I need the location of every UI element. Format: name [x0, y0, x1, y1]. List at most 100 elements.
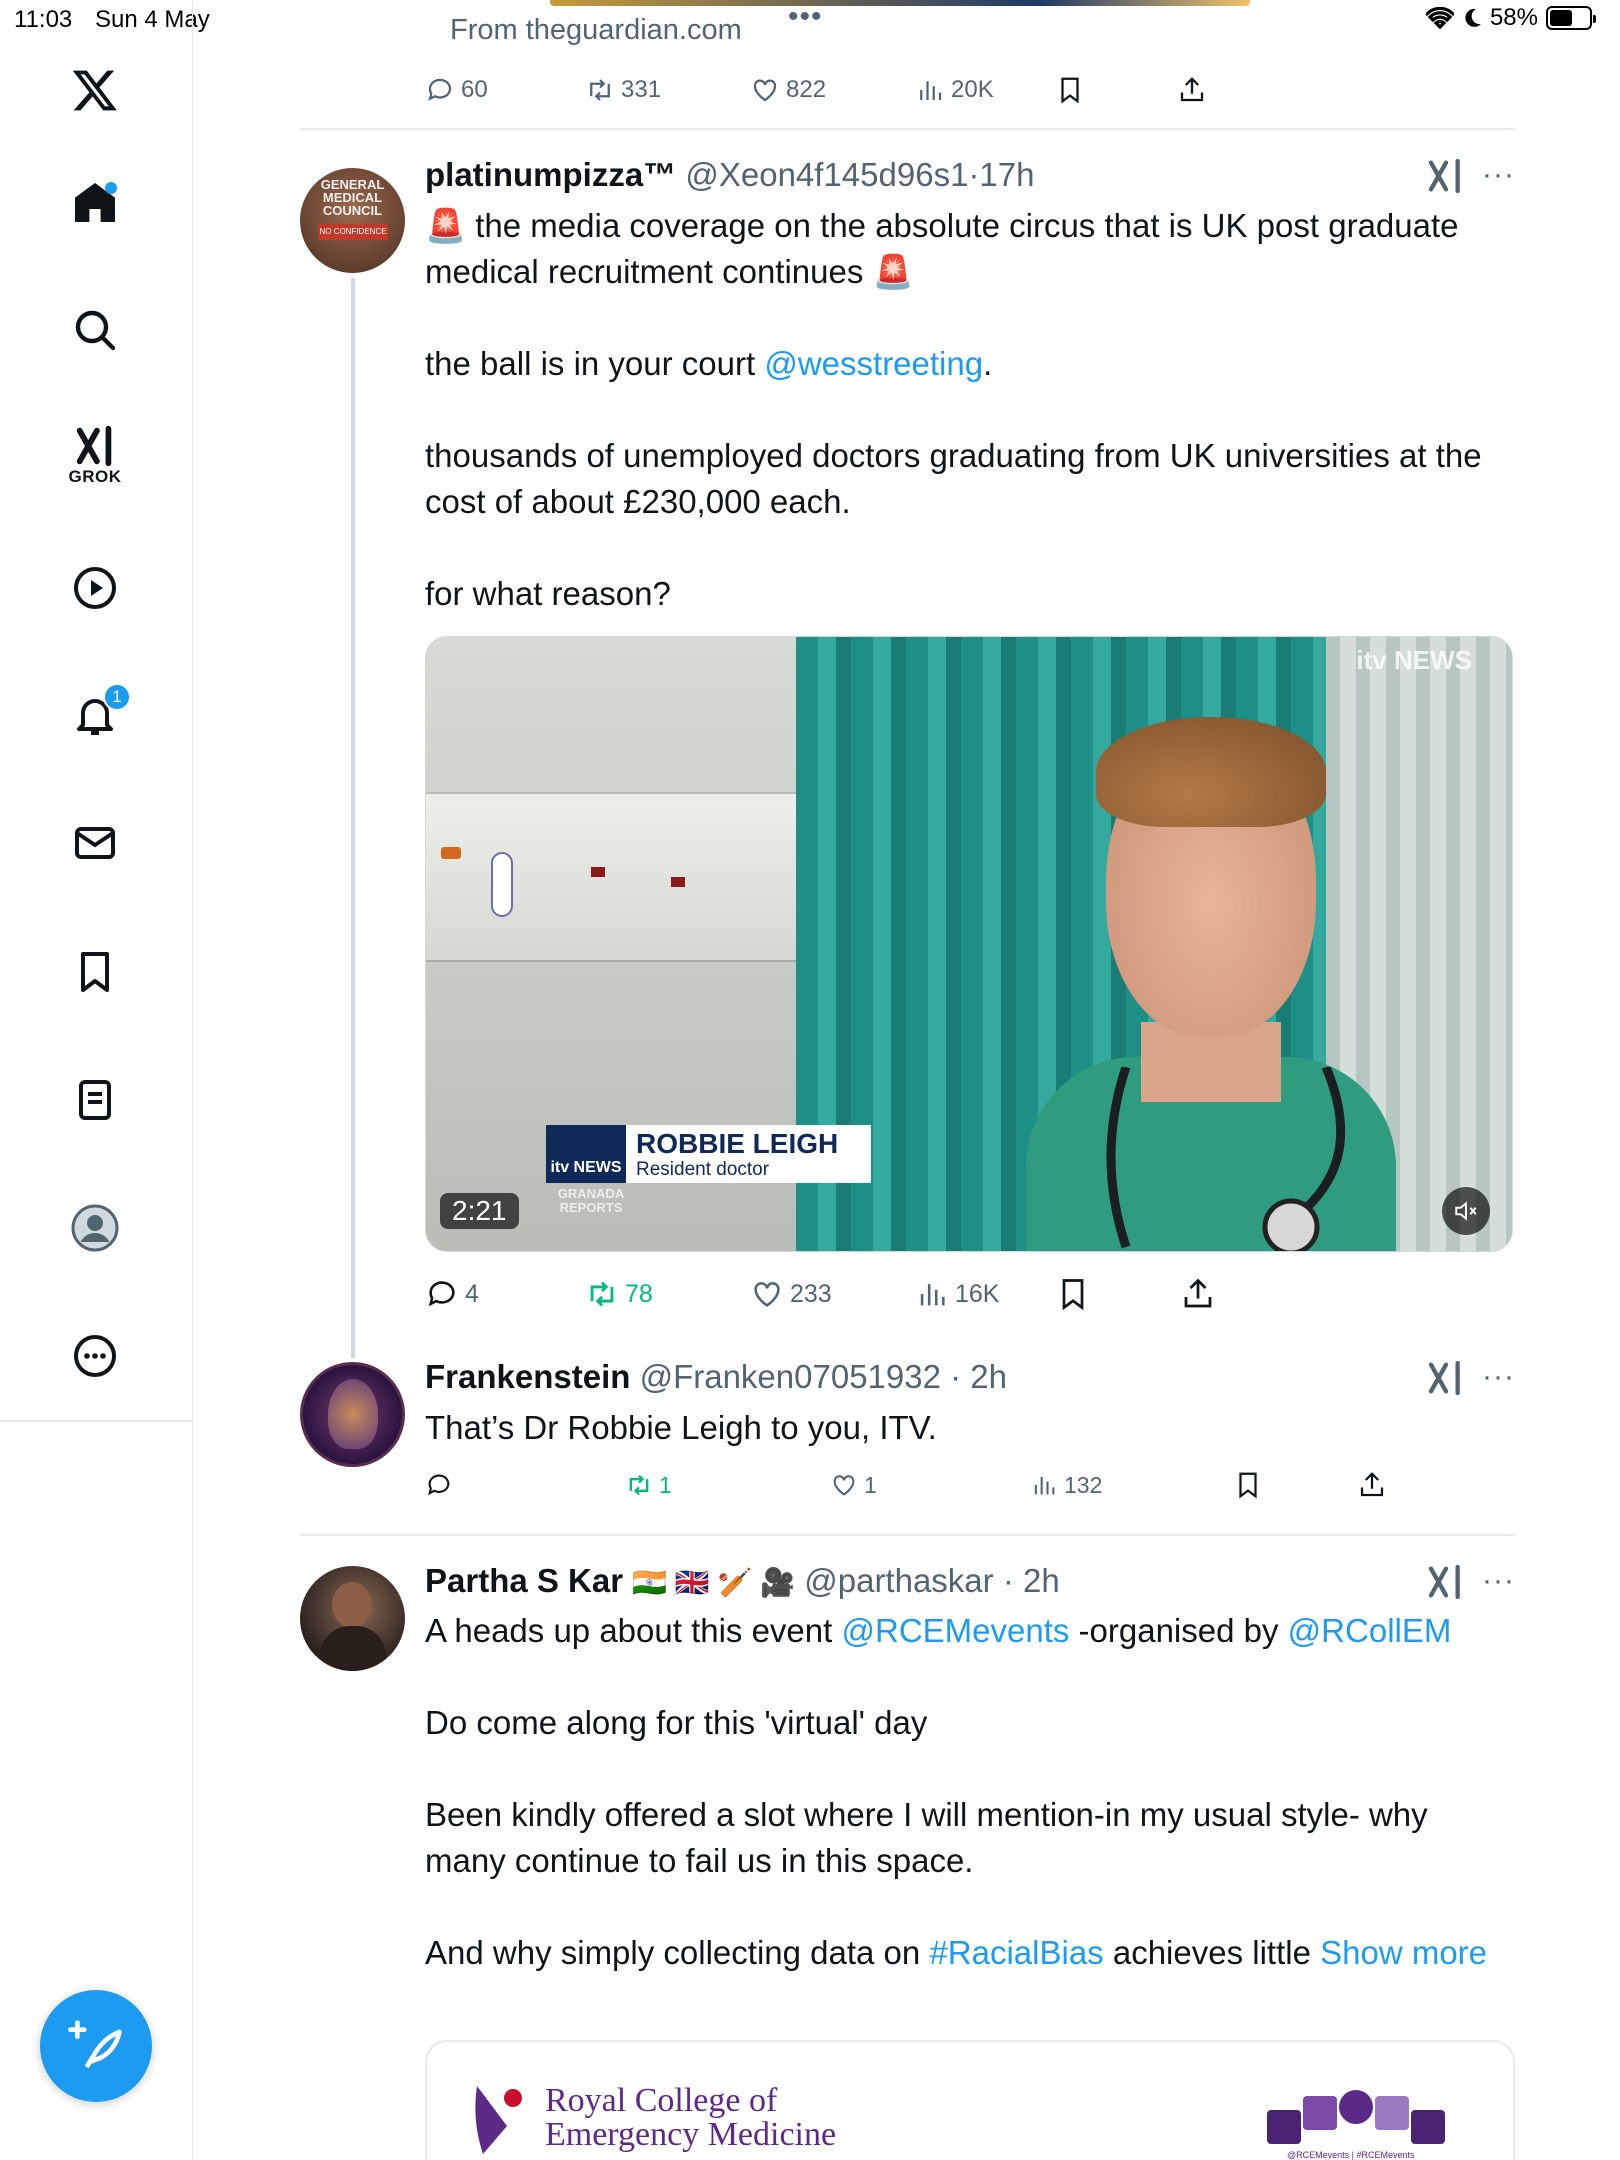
home-unread-dot — [105, 182, 117, 194]
tweet2-text: That’s Dr Robbie Leigh to you, ITV. — [425, 1409, 937, 1446]
media-more-dots[interactable]: ••• — [788, 0, 823, 34]
notifications-badge: 1 — [103, 683, 131, 711]
tweet3-avatar[interactable] — [300, 1566, 405, 1671]
separator — [300, 1534, 1515, 1536]
tweet3-name[interactable]: Partha S Kar — [425, 1562, 623, 1599]
mention-link[interactable]: @RCEMevents — [841, 1612, 1069, 1649]
repost-button[interactable]: 78 — [585, 1277, 653, 1311]
tweet3-more-button[interactable]: ··· — [1482, 1564, 1515, 1598]
tweet1-header: platinumpizza™ @Xeon4f145d96s1·17h — [425, 156, 1035, 193]
x-logo-icon[interactable] — [55, 50, 135, 130]
lower-third-name: ROBBIE LEIGH — [636, 1128, 839, 1159]
like-button[interactable]: 1 — [830, 1471, 877, 1499]
tweet3-time[interactable]: 2h — [1023, 1562, 1060, 1599]
tweet1-actions: 4 78 233 16K — [425, 1274, 1525, 1314]
like-button[interactable]: 822 — [750, 75, 826, 105]
repost-button[interactable]: 331 — [585, 75, 661, 105]
tweet3-image-card[interactable]: Royal College of Emergency Medicine @RCE… — [425, 2040, 1515, 2160]
views-bars-icon — [920, 81, 942, 100]
tweet1-name[interactable]: platinumpizza™ — [425, 156, 676, 193]
tweet3-text: A heads up about this event @RCEMevents … — [425, 1608, 1515, 1976]
share-button[interactable] — [1180, 1276, 1216, 1312]
grok-icon — [76, 425, 112, 467]
search-nav[interactable] — [55, 290, 135, 370]
previous-media-edge — [550, 0, 1250, 6]
bookmark-icon — [1239, 1472, 1257, 1499]
reply-button[interactable]: 4 — [425, 1277, 479, 1311]
speaker-muted-icon — [1455, 1201, 1477, 1221]
lower-third-sub: GRANADA REPORTS — [557, 1186, 625, 1215]
like-count: 233 — [790, 1279, 832, 1308]
home-nav[interactable] — [55, 162, 135, 242]
lower-third-channel: itv NEWS — [546, 1125, 626, 1183]
share-icon — [1360, 1472, 1384, 1497]
grok-nav[interactable]: GROK — [55, 415, 135, 495]
reply-button[interactable]: 60 — [425, 75, 488, 105]
grok-icon[interactable] — [1426, 156, 1466, 196]
tweet1-avatar[interactable]: GENERAL MEDICAL COUNCIL NO CONFIDENCE — [300, 168, 405, 273]
more-nav[interactable] — [55, 1316, 135, 1396]
mute-button[interactable] — [1442, 1187, 1490, 1235]
rcem-logo-icon — [475, 2086, 522, 2154]
repost-icon — [590, 1281, 614, 1307]
tweet2-avatar[interactable] — [300, 1362, 405, 1467]
sidebar-divider — [0, 1420, 193, 1422]
video-nav[interactable] — [55, 548, 135, 628]
hashtag-link[interactable]: #RacialBias — [929, 1934, 1103, 1971]
views-button[interactable]: 16K — [915, 1277, 999, 1311]
lower-third: ROBBIE LEIGH Resident doctor — [626, 1125, 871, 1183]
bookmark-button[interactable] — [1055, 1276, 1091, 1312]
compose-button[interactable] — [40, 1990, 152, 2102]
tweet2-header: Frankenstein @Franken07051932 · 2h — [425, 1358, 1008, 1395]
bookmark-icon — [81, 952, 109, 992]
tweet3-flags: 🇮🇳 🇬🇧 🏏 🎥 — [632, 1567, 796, 1598]
bookmarks-nav[interactable] — [55, 932, 135, 1012]
reply-icon — [428, 1281, 455, 1307]
share-button[interactable] — [1177, 75, 1207, 105]
bookmark-button[interactable] — [1233, 1470, 1263, 1500]
show-more-link[interactable]: Show more — [1320, 1934, 1487, 1971]
tweet1-time[interactable]: 17h — [979, 156, 1034, 193]
thread-line — [351, 278, 355, 1358]
tweet1-handle[interactable]: @Xeon4f145d96s1 — [685, 156, 968, 193]
tweet3-handle[interactable]: @parthaskar — [804, 1562, 993, 1599]
status-right: 58% — [1425, 4, 1596, 32]
reply-button[interactable] — [425, 1471, 459, 1499]
share-icon — [1184, 1278, 1212, 1308]
repost-button[interactable]: 1 — [625, 1471, 672, 1499]
repost-count: 78 — [625, 1279, 653, 1308]
tweet3-para2: Do come along for this 'virtual' day — [425, 1704, 928, 1741]
search-icon — [75, 310, 116, 351]
views-count: 132 — [1064, 1471, 1103, 1498]
notifications-nav[interactable]: 1 — [55, 675, 135, 755]
tweet1-para4: for what reason? — [425, 575, 671, 612]
tweet1-more-button[interactable]: ··· — [1482, 158, 1515, 192]
like-count: 1 — [864, 1471, 877, 1498]
views-button[interactable]: 132 — [1030, 1471, 1102, 1499]
mention-link[interactable]: @RCollEM — [1288, 1612, 1452, 1649]
link-source[interactable]: From theguardian.com — [450, 14, 742, 47]
tweet2-more-button[interactable]: ··· — [1482, 1360, 1515, 1394]
tweet1-line2: medical recruitment continues 🚨 — [425, 253, 914, 290]
grok-icon[interactable] — [1426, 1562, 1466, 1602]
tweet1-para3: thousands of unemployed doctors graduati… — [425, 437, 1482, 520]
tweet2-name[interactable]: Frankenstein — [425, 1358, 630, 1395]
reply-icon — [428, 78, 452, 101]
tweet2-handle[interactable]: @Franken07051932 — [640, 1358, 941, 1395]
share-button[interactable] — [1357, 1470, 1387, 1500]
profile-nav[interactable] — [55, 1188, 135, 1268]
like-button[interactable]: 233 — [750, 1277, 832, 1311]
bookmark-button[interactable] — [1055, 75, 1085, 105]
tweet3-para3: Been kindly offered a slot where I will … — [425, 1796, 1428, 1879]
battery-icon — [1546, 6, 1596, 30]
lower-third-role: Resident doctor — [636, 1159, 770, 1180]
tweet2-actions: 1 1 132 — [425, 1465, 1525, 1505]
lists-nav[interactable] — [55, 1060, 135, 1140]
tweet1-video[interactable]: itv NEWS itv NEWS ROBBIE LEIGH Resident … — [425, 636, 1513, 1252]
moon-icon — [1465, 8, 1481, 27]
messages-nav[interactable] — [55, 803, 135, 883]
views-button[interactable]: 20K — [915, 75, 994, 105]
mention-link[interactable]: @wesstreeting — [764, 345, 983, 382]
grok-icon[interactable] — [1426, 1358, 1466, 1398]
tweet2-time[interactable]: 2h — [970, 1358, 1007, 1395]
